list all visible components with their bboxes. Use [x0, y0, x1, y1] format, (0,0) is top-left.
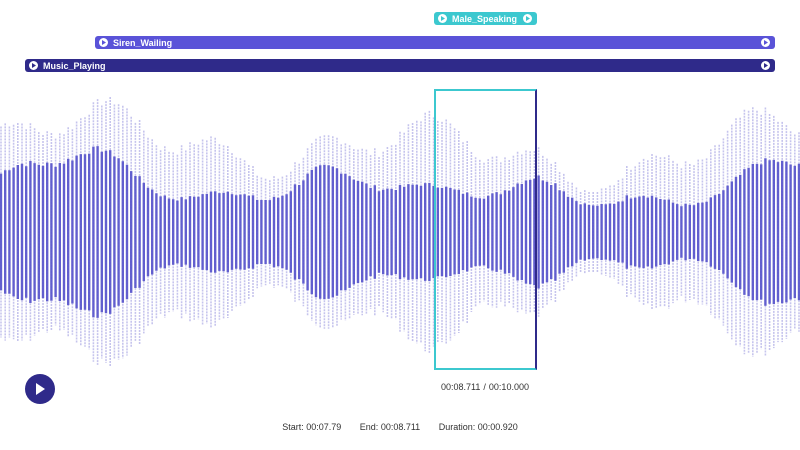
audio-annotator: Male_Speaking Siren_Wailing Music_Playin…	[0, 0, 800, 450]
label-text: Siren_Wailing	[113, 37, 173, 48]
play-label-icon[interactable]	[438, 14, 447, 23]
end-value: 00:08.711	[380, 422, 421, 432]
remove-label-icon[interactable]	[523, 14, 532, 23]
play-button[interactable]	[25, 374, 55, 404]
remove-label-icon[interactable]	[761, 38, 770, 47]
start-value: 00:07.79	[306, 422, 342, 432]
label-male-speaking[interactable]: Male_Speaking	[434, 12, 537, 25]
duration-label: Duration:	[438, 422, 476, 432]
stat-duration: Duration: 00:00.920	[439, 422, 518, 432]
label-siren-wailing[interactable]: Siren_Wailing	[95, 36, 775, 49]
stat-start: Start: 00:07.79	[282, 422, 344, 432]
selection-region[interactable]	[434, 89, 537, 370]
label-text: Male_Speaking	[452, 13, 518, 24]
total-time: 00:10.000	[488, 382, 529, 392]
end-label: End:	[359, 422, 379, 432]
waveform-bars	[0, 97, 800, 367]
time-readout: 00:08.711/00:10.000	[400, 382, 570, 392]
duration-value: 00:00.920	[477, 422, 518, 432]
audio-waveform[interactable]	[0, 95, 800, 370]
play-label-icon[interactable]	[29, 61, 38, 70]
stat-end: End: 00:08.711	[360, 422, 423, 432]
remove-label-icon[interactable]	[761, 61, 770, 70]
time-separator: /	[483, 382, 486, 392]
current-time: 00:08.711	[441, 382, 481, 392]
start-label: Start:	[282, 422, 304, 432]
selection-stats: Start: 00:07.79 End: 00:08.711 Duration:…	[0, 422, 800, 432]
label-music-playing[interactable]: Music_Playing	[25, 59, 775, 72]
play-label-icon[interactable]	[99, 38, 108, 47]
play-icon	[36, 383, 45, 395]
label-text: Music_Playing	[43, 60, 106, 71]
